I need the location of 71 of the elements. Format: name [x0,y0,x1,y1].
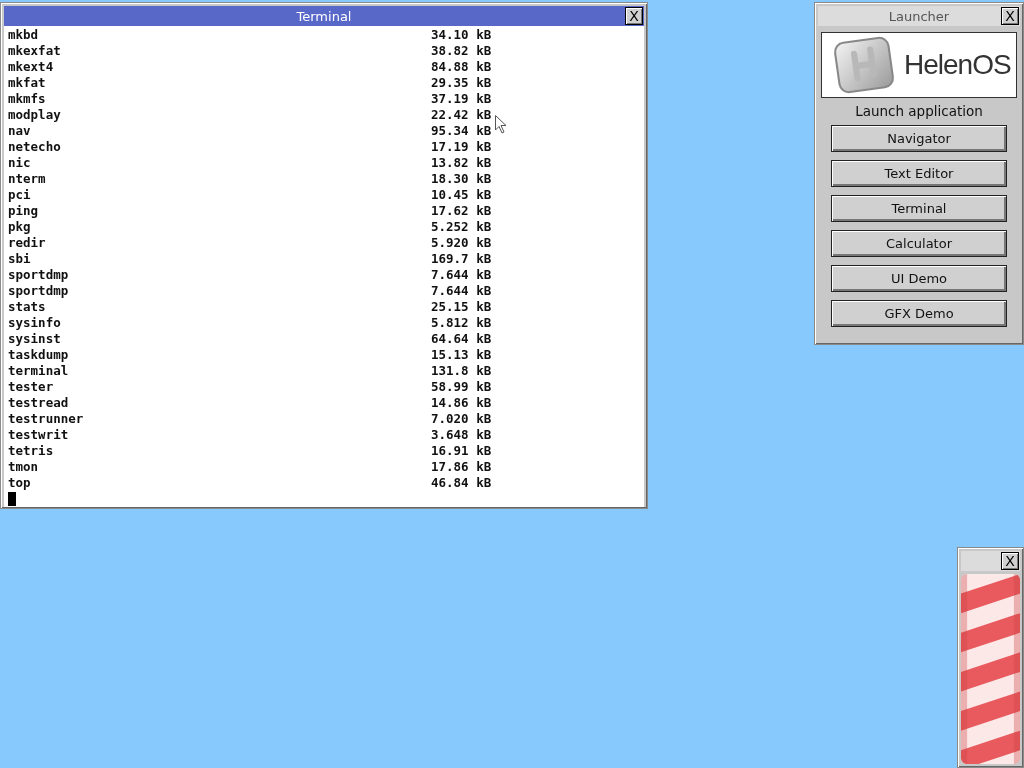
file-size: 131.8 kB [431,363,492,379]
file-name: mkexfat [8,43,62,59]
launch-button[interactable]: Navigator [831,125,1007,152]
launch-button[interactable]: Terminal [831,195,1007,222]
file-size: 7.644 kB [431,283,492,299]
launch-button[interactable]: UI Demo [831,265,1007,292]
file-name: modplay [8,107,62,123]
file-size: 95.34 kB [431,123,492,139]
launch-button[interactable]: GFX Demo [831,300,1007,327]
file-name: testread [8,395,70,411]
logo-text: HelenOS [904,49,1011,81]
file-name: pkg [8,219,32,235]
file-name: taskdump [8,347,70,363]
file-size: 84.88 kB [431,59,492,75]
file-name: nic [8,155,32,171]
file-name: tetris [8,443,55,459]
file-name: testrunner [8,411,85,427]
window-title: Terminal [296,8,352,24]
launch-button[interactable]: Text Editor [831,160,1007,187]
file-name: mkmfs [8,91,47,107]
file-size: 169.7 kB [431,251,492,267]
file-size: 17.19 kB [431,139,492,155]
file-name: tmon [8,459,40,475]
file-size: 22.42 kB [431,107,492,123]
file-size: 38.82 kB [431,43,492,59]
file-size: 17.86 kB [431,459,492,475]
file-size: 7.644 kB [431,267,492,283]
file-name: sysinfo [8,315,62,331]
file-size: 15.13 kB [431,347,492,363]
file-name: nav [8,123,32,139]
file-size: 46.84 kB [431,475,492,491]
pointer-icon [495,115,507,134]
file-size: 25.15 kB [431,299,492,315]
file-size: 17.62 kB [431,203,492,219]
file-size: 64.64 kB [431,331,492,347]
file-name: netecho [8,139,62,155]
file-name: sbi [8,251,32,267]
file-size: 10.45 kB [431,187,492,203]
file-name: sportdmp [8,267,70,283]
file-name: mkbd [8,27,40,43]
file-size: 3.648 kB [431,427,492,443]
file-name: mkext4 [8,59,55,75]
file-name: redir [8,235,47,251]
file-name: testwrit [8,427,70,443]
file-size: 29.35 kB [431,75,492,91]
launch-button[interactable]: Calculator [831,230,1007,257]
file-name: terminal [8,363,70,379]
file-size: 37.19 kB [431,91,492,107]
file-name: sportdmp [8,283,70,299]
window-title: Launcher [888,8,950,24]
file-name: nterm [8,171,47,187]
file-name: top [8,475,32,491]
file-name: ping [8,203,40,219]
file-name: tester [8,379,55,395]
text-cursor [8,492,16,506]
file-size: 7.020 kB [431,411,492,427]
file-size: 13.82 kB [431,155,492,171]
file-size: 18.30 kB [431,171,492,187]
file-size: 34.10 kB [431,27,492,43]
close-button[interactable]: X [625,7,643,25]
file-name: mkfat [8,75,47,91]
file-size: 58.99 kB [431,379,492,395]
file-name: pci [8,187,32,203]
file-size: 16.91 kB [431,443,492,459]
file-name: stats [8,299,47,315]
file-size: 5.252 kB [431,219,492,235]
file-name: sysinst [8,331,62,347]
file-size: 5.812 kB [431,315,492,331]
file-size: 14.86 kB [431,395,492,411]
launch-heading: Launch application [855,103,983,119]
file-size: 5.920 kB [431,235,492,251]
